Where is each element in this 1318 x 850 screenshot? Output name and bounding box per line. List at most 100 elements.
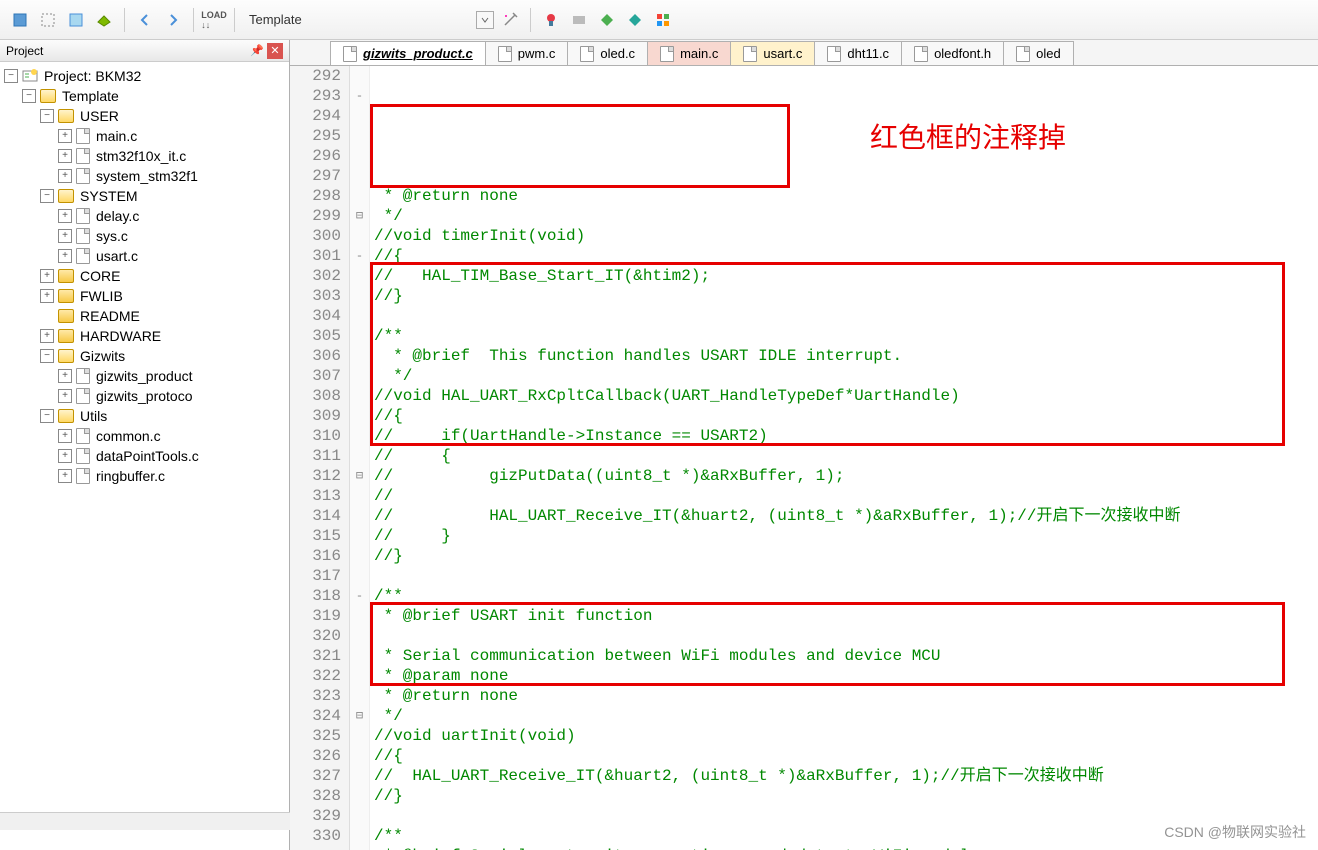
tree-template[interactable]: −Template xyxy=(0,86,289,106)
expand-icon[interactable]: + xyxy=(58,169,72,183)
code-line[interactable]: // HAL_UART_Receive_IT(&huart2, (uint8_t… xyxy=(374,766,1318,786)
collapse-icon[interactable]: − xyxy=(40,409,54,423)
tree-folder-hardware[interactable]: +HARDWARE xyxy=(0,326,289,346)
code-line[interactable]: * @brief This function handles USART IDL… xyxy=(374,346,1318,366)
tree-folder-fwlib[interactable]: +FWLIB xyxy=(0,286,289,306)
collapse-icon[interactable]: − xyxy=(40,109,54,123)
pin-icon[interactable]: 📌 xyxy=(249,43,265,59)
expand-icon[interactable]: + xyxy=(58,249,72,263)
toolbar-red-icon[interactable] xyxy=(539,8,563,32)
code-line[interactable]: * @return none xyxy=(374,686,1318,706)
tree-file[interactable]: +sys.c xyxy=(0,226,289,246)
tree-file[interactable]: +main.c xyxy=(0,126,289,146)
expand-icon[interactable]: + xyxy=(58,129,72,143)
code-line[interactable]: //void timerInit(void) xyxy=(374,226,1318,246)
toolbar-multi-icon[interactable] xyxy=(651,8,675,32)
expand-icon[interactable]: + xyxy=(58,229,72,243)
close-icon[interactable]: ✕ xyxy=(267,43,283,59)
code-line[interactable]: // gizPutData((uint8_t *)&aRxBuffer, 1); xyxy=(374,466,1318,486)
code-line[interactable] xyxy=(374,306,1318,326)
toolbar-teal-diamond-icon[interactable] xyxy=(623,8,647,32)
code-line[interactable]: */ xyxy=(374,366,1318,386)
code-line[interactable] xyxy=(374,566,1318,586)
code-line[interactable]: // { xyxy=(374,446,1318,466)
code-line[interactable]: /** xyxy=(374,586,1318,606)
tree-folder-core[interactable]: +CORE xyxy=(0,266,289,286)
expand-icon[interactable]: + xyxy=(40,289,54,303)
fold-gutter[interactable]: -⊟-⊟-⊟ xyxy=(350,66,370,850)
code-line[interactable]: //{ xyxy=(374,246,1318,266)
tree-folder-utils[interactable]: −Utils xyxy=(0,406,289,426)
editor-tab[interactable]: main.c xyxy=(647,41,731,65)
code-line[interactable]: // xyxy=(374,486,1318,506)
editor-tab[interactable]: oledfont.h xyxy=(901,41,1004,65)
toolbar-btn-3[interactable] xyxy=(64,8,88,32)
editor-tab[interactable]: dht11.c xyxy=(814,41,902,65)
code-line[interactable]: * @brief USART init function xyxy=(374,606,1318,626)
expand-icon[interactable]: + xyxy=(58,149,72,163)
tree-file[interactable]: +usart.c xyxy=(0,246,289,266)
code-line[interactable]: * Serial communication between WiFi modu… xyxy=(374,646,1318,666)
toolbar-btn-4[interactable] xyxy=(92,8,116,32)
tree-file[interactable]: +common.c xyxy=(0,426,289,446)
tree-file[interactable]: +system_stm32f1 xyxy=(0,166,289,186)
expand-icon[interactable]: + xyxy=(58,469,72,483)
toolbar-btn-2[interactable] xyxy=(36,8,60,32)
horizontal-scrollbar[interactable] xyxy=(0,812,290,830)
code-line[interactable]: //} xyxy=(374,546,1318,566)
expand-icon[interactable]: + xyxy=(40,329,54,343)
expand-icon[interactable]: + xyxy=(58,389,72,403)
code-line[interactable]: // if(UartHandle->Instance == USART2) xyxy=(374,426,1318,446)
code-line[interactable]: //} xyxy=(374,286,1318,306)
code-line[interactable]: //{ xyxy=(374,746,1318,766)
toolbar-btn-load[interactable]: LOAD↓↓ xyxy=(202,8,226,32)
toolbar-btn-next[interactable] xyxy=(161,8,185,32)
tree-root[interactable]: −Project: BKM32 xyxy=(0,66,289,86)
collapse-icon[interactable]: − xyxy=(40,349,54,363)
toolbar-gray-icon[interactable] xyxy=(567,8,591,32)
editor-tab[interactable]: usart.c xyxy=(730,41,815,65)
toolbar-btn-prev[interactable] xyxy=(133,8,157,32)
collapse-icon[interactable]: − xyxy=(22,89,36,103)
code-line[interactable]: //} xyxy=(374,786,1318,806)
editor-tab[interactable]: oled.c xyxy=(567,41,648,65)
toolbar-btn-1[interactable] xyxy=(8,8,32,32)
expand-icon[interactable]: + xyxy=(58,429,72,443)
code-line[interactable]: //{ xyxy=(374,406,1318,426)
tree-file[interactable]: +stm32f10x_it.c xyxy=(0,146,289,166)
code-line[interactable] xyxy=(374,626,1318,646)
code-content[interactable]: 红色框的注释掉 * @return none *///void timerIni… xyxy=(370,66,1318,850)
tree-file[interactable]: +dataPointTools.c xyxy=(0,446,289,466)
toolbar-green-diamond-icon[interactable] xyxy=(595,8,619,32)
editor-tab[interactable]: gizwits_product.c xyxy=(330,41,486,65)
tree-file[interactable]: +gizwits_protoco xyxy=(0,386,289,406)
code-line[interactable]: // HAL_TIM_Base_Start_IT(&htim2); xyxy=(374,266,1318,286)
toolbar-wand-icon[interactable] xyxy=(498,8,522,32)
expand-icon[interactable]: + xyxy=(58,209,72,223)
code-line[interactable]: * @return none xyxy=(374,186,1318,206)
code-line[interactable]: // HAL_UART_Receive_IT(&huart2, (uint8_t… xyxy=(374,506,1318,526)
code-line[interactable]: // } xyxy=(374,526,1318,546)
expand-icon[interactable]: + xyxy=(58,369,72,383)
code-line[interactable]: //void uartInit(void) xyxy=(374,726,1318,746)
tree-file[interactable]: +ringbuffer.c xyxy=(0,466,289,486)
expand-icon[interactable]: + xyxy=(40,269,54,283)
tree-folder-readme[interactable]: README xyxy=(0,306,289,326)
editor-tab[interactable]: oled xyxy=(1003,41,1074,65)
code-line[interactable]: */ xyxy=(374,206,1318,226)
toolbar-dropdown[interactable] xyxy=(476,11,494,29)
tree-folder-user[interactable]: −USER xyxy=(0,106,289,126)
code-line[interactable]: /** xyxy=(374,326,1318,346)
code-line[interactable]: //void HAL_UART_RxCpltCallback(UART_Hand… xyxy=(374,386,1318,406)
tree-file[interactable]: +gizwits_product xyxy=(0,366,289,386)
tree-folder-system[interactable]: −SYSTEM xyxy=(0,186,289,206)
code-line[interactable]: */ xyxy=(374,706,1318,726)
editor-tab[interactable]: pwm.c xyxy=(485,41,569,65)
tree-file[interactable]: +delay.c xyxy=(0,206,289,226)
collapse-icon[interactable]: − xyxy=(4,69,18,83)
expand-icon[interactable]: + xyxy=(58,449,72,463)
code-line[interactable]: * @brief Serial port write operation, se… xyxy=(374,846,1318,850)
code-line[interactable]: * @param none xyxy=(374,666,1318,686)
tree-folder-gizwits[interactable]: −Gizwits xyxy=(0,346,289,366)
code-editor[interactable]: 2922932942952962972982993003013023033043… xyxy=(290,66,1318,850)
